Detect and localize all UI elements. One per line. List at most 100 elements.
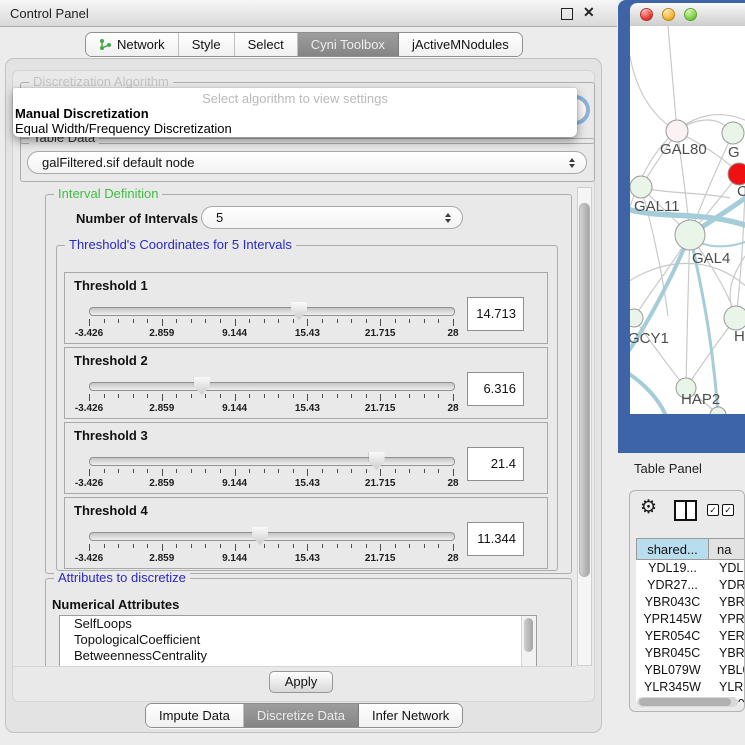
table-cell: YBR045C [636,645,709,662]
gear-icon[interactable]: ⚙ [640,496,657,519]
table-cell: YBR0 [709,645,745,662]
slider-tick-label: 9.144 [222,403,247,414]
settings-scrollbar[interactable] [577,187,592,666]
window-title: Control Panel [10,6,89,21]
tab-network[interactable]: Network [86,33,179,56]
apply-button[interactable]: Apply [269,671,333,693]
network-canvas[interactable]: GAL80GCGAL11GAL4GCY1HHAP2 [630,26,745,414]
bottom-tab-infer-network[interactable]: Infer Network [359,704,462,727]
table-scrollbar-thumb[interactable] [639,698,731,706]
bottom-tab-impute-data[interactable]: Impute Data [146,704,244,727]
minimize-traffic-light-icon[interactable] [662,8,675,21]
slider-tick [89,544,90,551]
bottom-tab-discretize-data[interactable]: Discretize Data [244,704,359,727]
slider-thumb[interactable] [252,525,268,545]
network-node-g[interactable] [722,122,744,144]
slider-tick [380,469,381,476]
network-node-label: GCY1 [630,330,669,347]
network-node-gal4[interactable] [675,220,705,250]
list-scrollbar[interactable] [521,616,536,667]
slider-tick [205,469,206,473]
slider-tick [366,544,367,548]
slider-tick [366,394,367,398]
slider-thumb[interactable] [291,300,307,320]
slider-tick-label: 28 [447,478,458,489]
slider-tick-label: -3.426 [75,478,103,489]
table-data-combobox[interactable]: galFiltered.sif default node [27,151,587,174]
threshold-slider-track[interactable] [89,532,455,541]
tab-label: Infer Network [372,708,449,723]
tab-style[interactable]: Style [179,33,235,56]
slider-tick [104,469,105,473]
table-row[interactable]: YBL079WYBL0 [636,662,745,679]
zoom-traffic-light-icon[interactable] [684,8,697,21]
checkbox-icon[interactable]: ✓ [707,504,719,516]
slider-tick [176,544,177,548]
column-header[interactable]: na [709,538,745,560]
numerical-attributes-list[interactable]: SelfLoopsTopologicalCoefficientBetweenne… [59,615,537,667]
popup-item[interactable]: Equal Width/Frequency Discretization [13,121,577,136]
table-row[interactable]: YBR045CYBR0 [636,645,745,662]
threshold-slider-track[interactable] [89,307,455,316]
slider-tick [89,394,90,401]
threshold-value-field[interactable]: 21.4 [467,447,524,481]
network-node-h[interactable] [724,306,745,330]
slider-tick [220,394,221,398]
slider-tick [293,544,294,548]
settings-scrollbar-thumb[interactable] [579,203,590,577]
table-row[interactable]: YER054CYER0 [636,628,745,645]
network-node-c[interactable] [728,163,745,185]
network-node-gcy1[interactable] [630,309,643,327]
threshold-value-field[interactable]: 6.316 [467,372,524,406]
network-node-gal80[interactable] [666,120,688,142]
threshold-label: Threshold 4 [74,503,148,518]
tab-cyni-toolbox[interactable]: Cyni Toolbox [298,33,399,56]
attribute-item[interactable]: SelfLoops [60,616,536,632]
table-row[interactable]: YDR27...YDR2 [636,577,745,594]
slider-tick [351,469,352,473]
slider-tick [424,469,425,473]
checkbox-icon[interactable]: ✓ [722,504,734,516]
slider-tick-label: 28 [447,553,458,564]
table-row[interactable]: YLR345WYLR3 [636,679,745,696]
table-cell: YLR3 [709,679,745,696]
number-of-intervals-combobox[interactable]: 5 [201,206,463,229]
threshold-slider-track[interactable] [89,457,455,466]
slider-tick-label: 2.859 [149,478,174,489]
slider-tick [337,394,338,398]
network-node-gal11[interactable] [630,176,652,198]
table-row[interactable]: YPR145WYPR1 [636,611,745,628]
slider-thumb[interactable] [369,450,385,470]
list-scrollbar-thumb[interactable] [524,618,533,652]
slider-tick [293,319,294,323]
threshold-label: Threshold 3 [74,428,148,443]
slider-tick [147,394,148,398]
threshold-value-field[interactable]: 11.344 [467,522,524,556]
network-node[interactable] [710,407,726,414]
close-traffic-light-icon[interactable] [640,8,653,21]
attribute-item[interactable]: TopologicalCoefficient [60,632,536,648]
slider-tick [264,469,265,473]
threshold-slider-track[interactable] [89,382,455,391]
tab-label: Cyni Toolbox [311,37,385,52]
popup-item[interactable]: Manual Discretization [13,106,577,121]
slider-tick [351,544,352,548]
tab-jactivemnodules[interactable]: jActiveMNodules [399,33,522,56]
table-horizontal-scrollbar[interactable] [637,697,738,707]
close-icon[interactable]: ✕ [583,4,595,21]
number-of-intervals-value: 5 [216,210,223,225]
slider-thumb[interactable] [194,375,210,395]
tab-select[interactable]: Select [235,33,298,56]
tab-label: Style [192,37,221,52]
slider-tick [133,394,134,398]
float-window-icon[interactable] [561,8,573,20]
table-cell: YBR043C [636,594,709,611]
threshold-value-field[interactable]: 14.713 [467,297,524,331]
columns-icon[interactable] [674,500,697,521]
table-row[interactable]: YBR043CYBR0 [636,594,745,611]
attribute-item[interactable]: BetweennessCentrality [60,648,536,664]
column-header[interactable]: shared... [636,538,709,560]
network-node-label: H [734,328,745,345]
table-row[interactable]: YDL19...YDL1 [636,560,745,577]
slider-tick [278,394,279,398]
